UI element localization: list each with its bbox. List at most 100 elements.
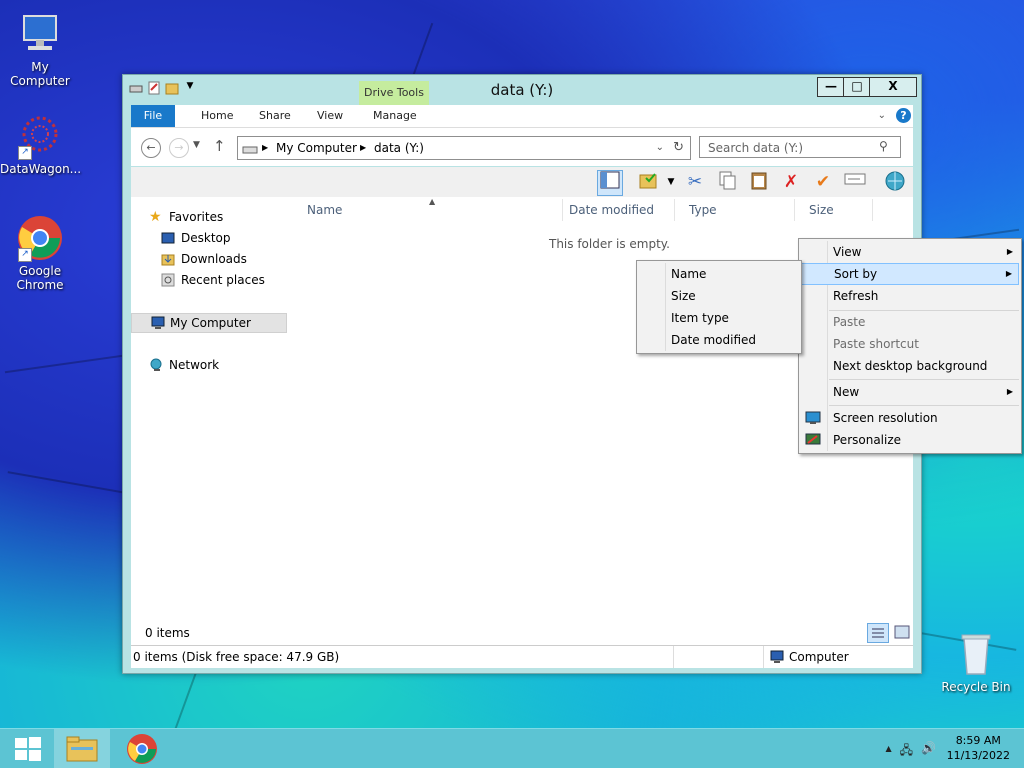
computer-icon [769,650,785,667]
preview-pane-button[interactable] [597,170,623,196]
nav-label: Downloads [181,252,247,266]
sort-by-submenu: Name Size Item type Date modified [636,260,802,354]
status-location: Computer [789,650,849,664]
globe-icon[interactable] [883,170,907,194]
menu-item-label: Paste [833,315,866,329]
desktop-icon-my-computer[interactable]: My Computer [0,10,80,88]
start-button[interactable] [0,729,56,768]
submenu-arrow-icon: ▶ [1005,269,1012,278]
checkmark-icon[interactable]: ✔ [811,170,835,194]
menu-item-personalize[interactable]: Personalize [801,429,1019,451]
breadcrumb-separator-icon: ▶ [360,143,367,152]
menu-item-refresh[interactable]: Refresh [801,285,1019,307]
show-hidden-icons-icon[interactable]: ▲ [886,741,892,762]
cut-icon[interactable]: ✂ [683,170,707,194]
sort-item-date-modified[interactable]: Date modified [639,329,799,351]
clock[interactable]: 8:59 AM 11/13/2022 [947,733,1010,763]
menu-item-label: Sort by [834,267,878,281]
help-icon[interactable]: ? [896,108,911,123]
chrome-icon: ↗ [16,214,64,262]
item-count: 0 items [145,626,190,640]
refresh-icon[interactable]: ↻ [673,137,684,159]
toolbar-dropdown-icon[interactable]: ▼ [659,170,683,194]
back-button[interactable]: ← [141,138,161,158]
column-header-date-modified[interactable]: Date modified [553,199,675,221]
nav-item-downloads[interactable]: Downloads [161,249,247,269]
downloads-icon [161,252,175,266]
up-arrow-icon[interactable]: ↑ [213,137,226,155]
sort-item-item-type[interactable]: Item type [639,307,799,329]
delete-icon[interactable]: ✗ [779,170,803,194]
submenu-arrow-icon: ▶ [1006,387,1013,396]
title-bar[interactable]: ▼ Drive Tools data (Y:) — □ X [123,75,921,105]
tab-manage[interactable]: Manage [367,105,423,127]
taskbar-chrome[interactable] [114,729,170,768]
shortcut-arrow-icon: ↗ [18,248,32,262]
address-dropdown-icon[interactable]: ⌄ [656,137,664,159]
menu-item-screen-resolution[interactable]: Screen resolution [801,407,1019,429]
nav-label: Favorites [169,210,224,224]
window-title: data (Y:) [490,81,554,99]
desktop-icon-chrome[interactable]: ↗ Google Chrome [0,214,80,292]
menu-item-paste-shortcut: Paste shortcut [801,333,1019,355]
sort-item-size[interactable]: Size [639,285,799,307]
tab-view[interactable]: View [311,105,349,127]
breadcrumb-data-drive[interactable]: data (Y:) [374,137,424,159]
desktop-icon [161,231,175,245]
menu-item-label: Size [671,289,696,303]
recent-locations-icon[interactable]: ▼ [193,140,200,150]
minimize-button[interactable]: — [817,77,845,97]
forward-button[interactable]: → [169,138,189,158]
command-toolbar: ▼ ✂ ✗ ✔ [131,167,913,197]
nav-item-desktop[interactable]: Desktop [161,228,231,248]
desktop-icon-label: My Computer [10,60,70,88]
breadcrumb-my-computer[interactable]: My Computer [276,137,357,159]
navigation-pane: ★ Favorites Desktop Downloads Recent pla… [131,197,289,621]
rename-icon[interactable] [843,170,867,194]
desktop-icon-recycle-bin[interactable]: Recycle Bin [936,630,1016,694]
taskbar-file-explorer[interactable] [54,729,110,768]
nav-label: Desktop [181,231,231,245]
clock-date: 11/13/2022 [946,749,1010,762]
personalize-icon [805,432,821,454]
status-bar: 0 items (Disk free space: 47.9 GB) Compu… [131,645,913,668]
breadcrumb-separator-icon: ▶ [262,143,269,152]
copy-icon[interactable] [715,170,739,194]
menu-item-next-desktop-background[interactable]: Next desktop background [801,355,1019,377]
close-button[interactable]: X [869,77,917,97]
maximize-button[interactable]: □ [843,77,871,97]
address-bar[interactable]: ▶ My Computer ▶ data (Y:) ⌄ ↻ [237,136,691,160]
search-input[interactable]: Search data (Y:) [699,136,901,158]
desktop-icon-datawagon[interactable]: ↗ DataWagon... [0,112,81,176]
nav-item-network[interactable]: Network [149,355,219,375]
folder-properties-icon[interactable] [637,170,661,194]
shortcut-arrow-icon: ↗ [18,146,32,160]
tab-home[interactable]: Home [195,105,239,127]
sort-ascending-icon: ▲ [429,197,436,206]
menu-item-new[interactable]: New ▶ [801,381,1019,403]
network-icon[interactable]: 🖧 [900,741,913,762]
nav-item-recent-places[interactable]: Recent places [161,270,265,290]
status-divider [673,646,674,668]
item-count-bar: 0 items [131,621,913,645]
tab-file[interactable]: File [131,105,175,127]
menu-item-label: Name [671,267,707,281]
details-view-button[interactable] [867,623,889,643]
nav-item-my-computer[interactable]: My Computer [131,313,287,333]
nav-label: Network [169,358,220,372]
nav-item-favorites[interactable]: ★ Favorites [149,207,223,227]
column-header-size[interactable]: Size [793,199,873,221]
tab-share[interactable]: Share [253,105,297,127]
volume-icon[interactable]: 🔊 [921,741,936,762]
column-header-type[interactable]: Type [673,199,795,221]
column-header-name[interactable]: Name [291,199,563,221]
nav-label: Recent places [181,273,265,287]
expand-ribbon-icon[interactable]: ⌄ [878,110,886,121]
status-details: 0 items (Disk free space: 47.9 GB) [133,650,340,664]
menu-item-view[interactable]: View ▶ [801,241,1019,263]
large-icons-view-button[interactable] [893,624,911,640]
submenu-arrow-icon: ▶ [1006,247,1013,256]
paste-icon[interactable] [747,170,771,194]
menu-item-sort-by[interactable]: Sort by ▶ [801,263,1019,285]
sort-item-name[interactable]: Name [639,263,799,285]
